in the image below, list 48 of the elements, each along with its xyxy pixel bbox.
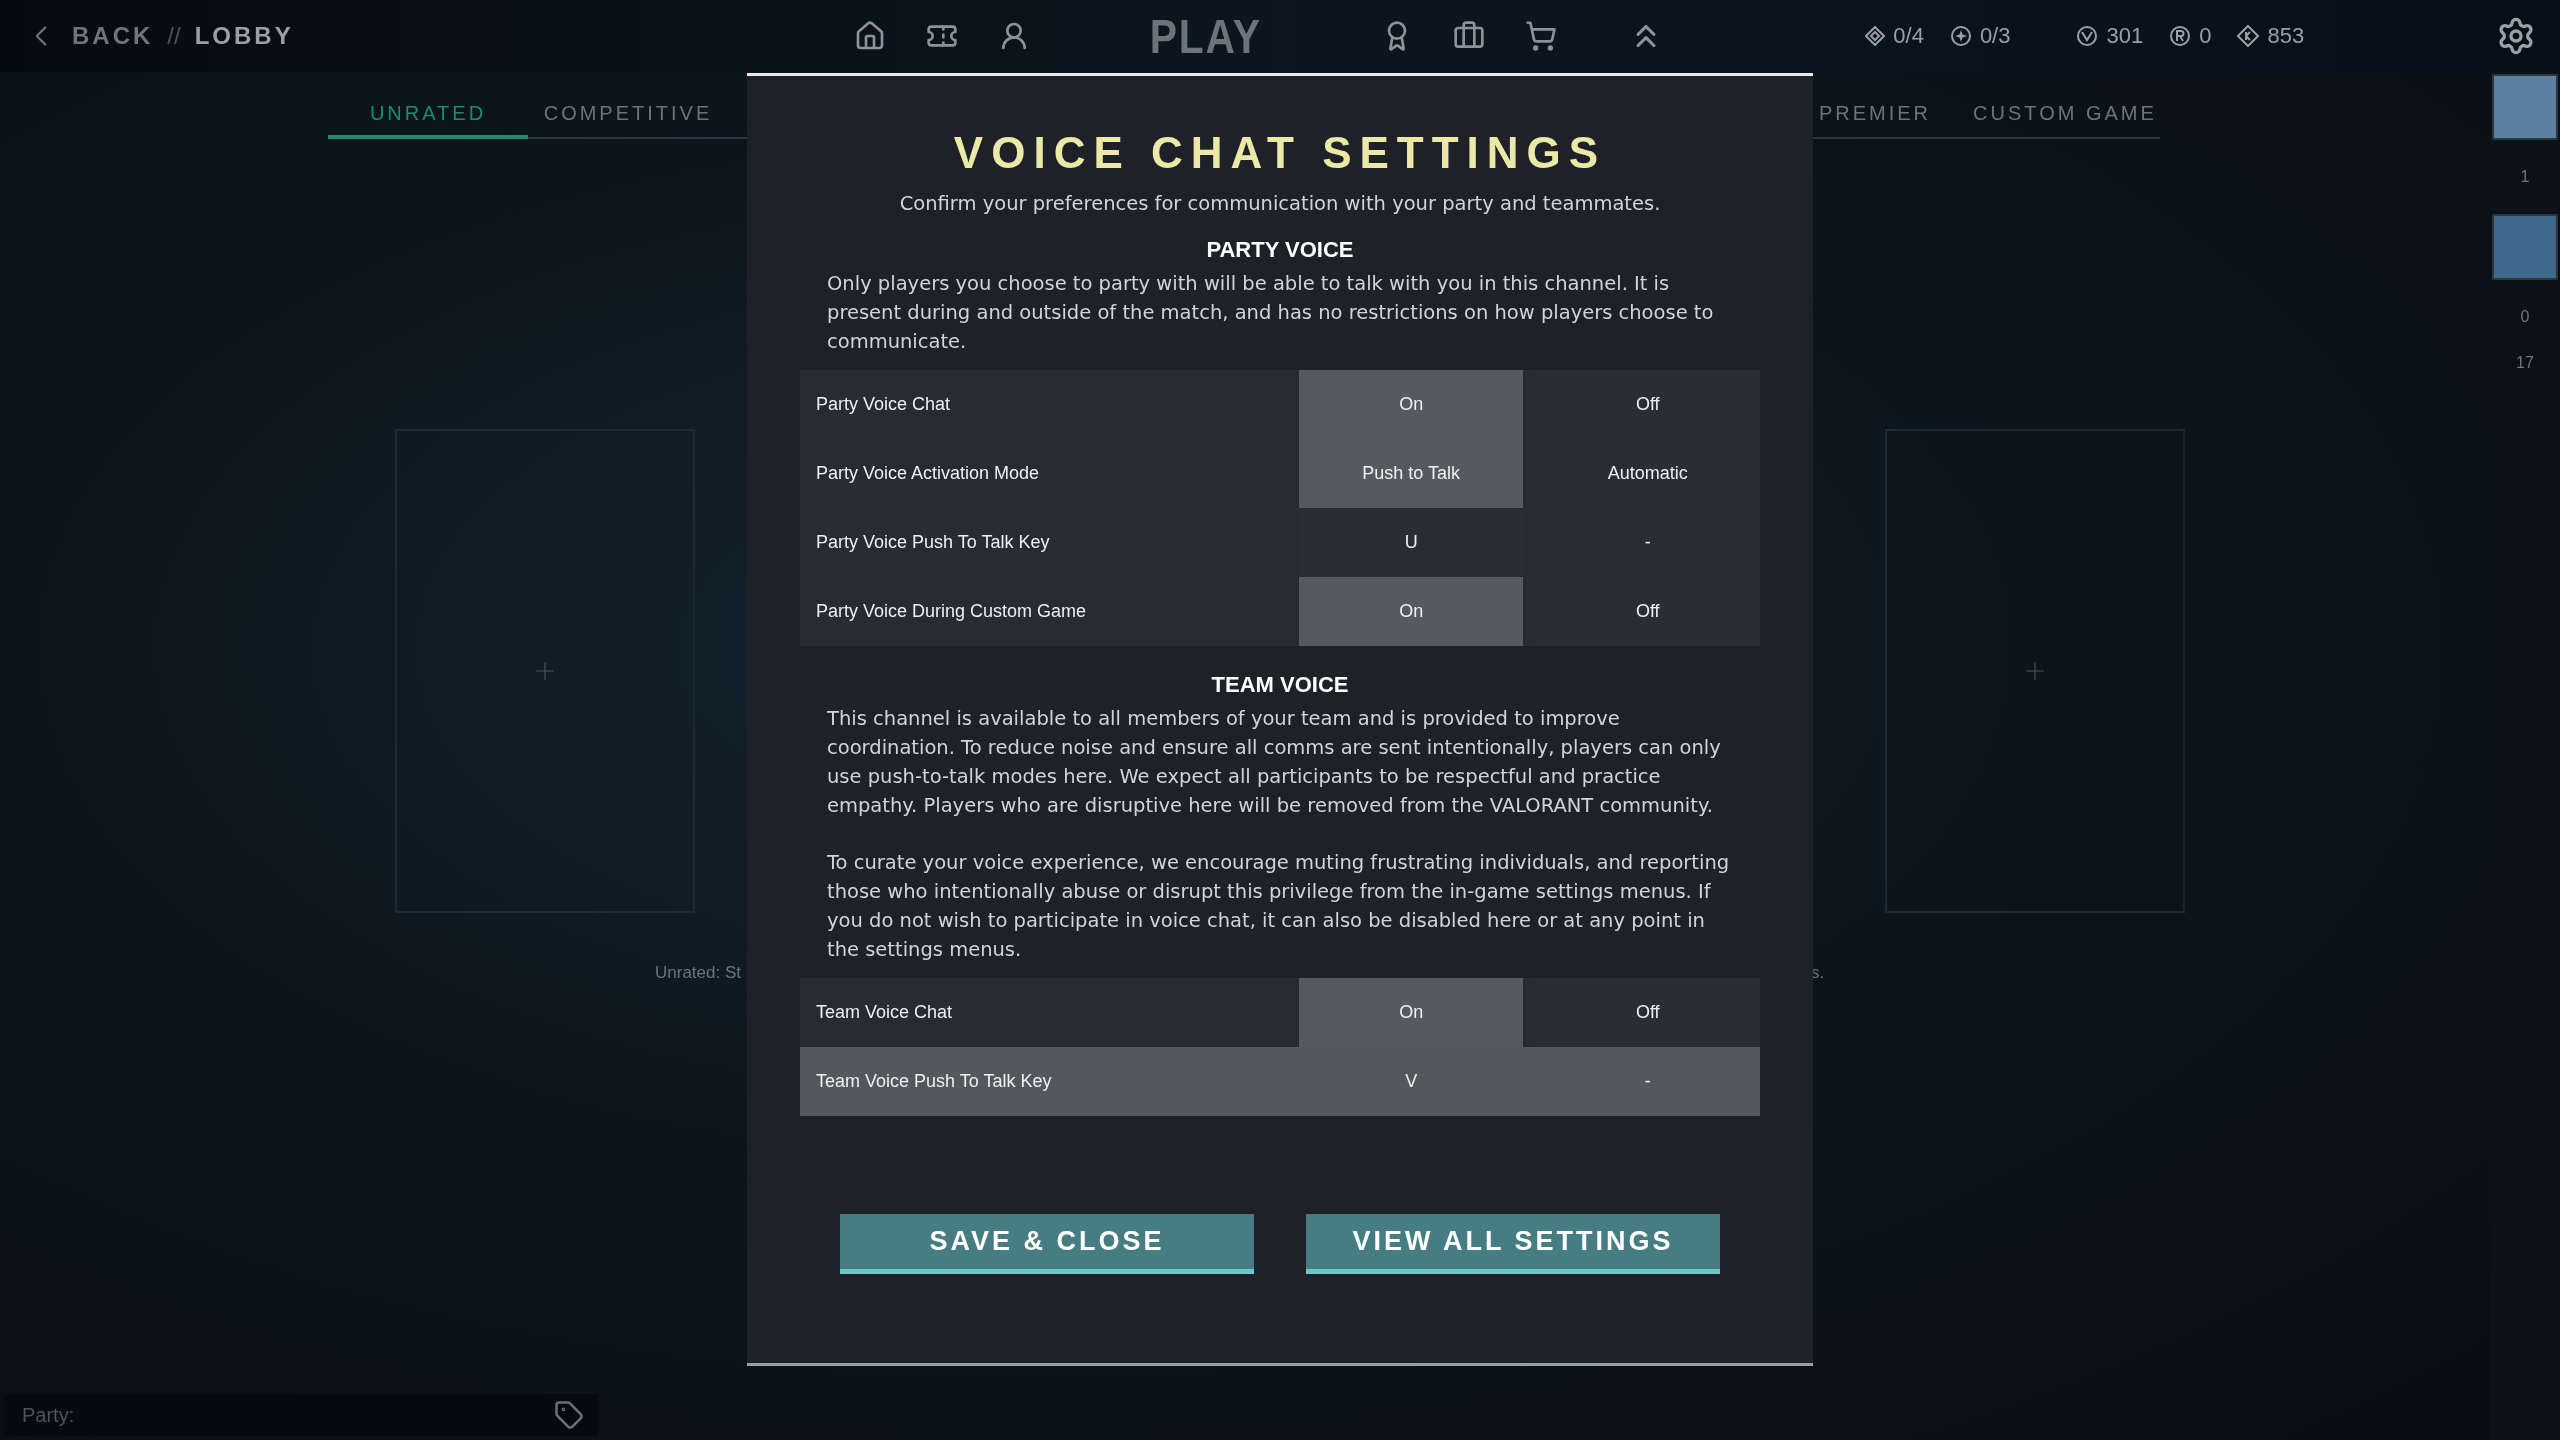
currency-amount: 853 xyxy=(2267,23,2305,49)
setting-label: Party Voice Chat xyxy=(815,393,952,416)
setting-label: Party Voice During Custom Game xyxy=(815,600,1088,623)
k-diamond-icon xyxy=(2237,25,2260,47)
setting-label: Party Voice Push To Talk Key xyxy=(815,531,1051,554)
section-heading: TEAM VOICE xyxy=(1211,672,1349,698)
breadcrumb-separator: // xyxy=(167,22,181,50)
dialog-title: VOICE CHAT SETTINGS xyxy=(953,128,1607,178)
setting-option[interactable]: Push to Talk xyxy=(1298,439,1524,508)
currency-amount: 0 xyxy=(2199,23,2212,49)
section-description: To curate your voice experience, we encourage muting frustrating individuals, and reporting those who intentionally abuse or disrupt this privilege from the in-game settings menus. If you do not wish to participate in voice chat, it can also be disabled here or at any point in the settings menus. xyxy=(827,850,1731,963)
setting-label: Team Voice Push To Talk Key xyxy=(815,1070,1053,1093)
page-title: PLAY xyxy=(1149,8,1262,64)
dialog-subtitle: Confirm your preferences for communication with your party and teammates. xyxy=(899,192,1661,215)
r-coin-icon xyxy=(2169,25,2192,47)
dialog-button[interactable]: VIEW ALL SETTINGS xyxy=(1306,1214,1720,1274)
party-input[interactable]: Party: xyxy=(20,1402,554,1428)
v-coin-icon xyxy=(2076,25,2099,47)
tag-icon xyxy=(554,1400,584,1430)
mode-tab[interactable]: PREMIER xyxy=(1780,90,1970,139)
section-description: Only players you choose to party with will be able to talk with you in this channel. It is present during and outside of the match, and has no restrictions on how players choose to communicate. xyxy=(827,271,1715,355)
friend-count: 17 xyxy=(2516,354,2534,372)
mode-tab[interactable]: COMPETITIVE xyxy=(528,90,728,139)
section-heading: PARTY VOICE xyxy=(1206,237,1354,263)
setting-label: Party Voice Activation Mode xyxy=(815,462,1041,485)
dialog-button[interactable]: SAVE & CLOSE xyxy=(840,1214,1254,1274)
currency-amount: 0/3 xyxy=(1979,23,2011,49)
currency-amount: 0/4 xyxy=(1893,23,1924,49)
setting-option[interactable]: On xyxy=(1298,370,1524,439)
star-coin-icon xyxy=(1949,25,1972,47)
setting-option[interactable]: On xyxy=(1298,978,1524,1047)
avatar-placeholder xyxy=(2492,214,2558,280)
back-button[interactable]: BACK xyxy=(24,19,154,53)
mode-description: Unrated: St xyxy=(655,963,741,983)
friend-count: 1 xyxy=(2520,168,2530,186)
currency-amount: 301 xyxy=(2106,23,2144,49)
diamond-icon xyxy=(1865,26,1886,46)
avatar-placeholder xyxy=(2492,74,2558,140)
friend-count: 0 xyxy=(2520,308,2530,326)
cart-button[interactable] xyxy=(1525,20,1558,52)
mode-tab[interactable]: UNRATED xyxy=(328,90,528,139)
setting-option[interactable]: On xyxy=(1298,577,1524,646)
settings-button[interactable] xyxy=(2496,16,2536,56)
section-description: This channel is available to all members of your team and is provided to improve coordination. To reduce noise and ensure all comms are sent intentionally, players can only use push-to-talk modes here. We expect all participants to be respectful and practice empathy. Players who are disruptive here will be removed from the VALORANT community. xyxy=(827,706,1722,819)
breadcrumb-location: LOBBY xyxy=(194,22,294,50)
party-field[interactable]: Party: xyxy=(4,1394,598,1436)
setting-label: Team Voice Chat xyxy=(815,1001,954,1024)
mode-tab[interactable]: CUSTOM GAME xyxy=(1970,90,2160,139)
